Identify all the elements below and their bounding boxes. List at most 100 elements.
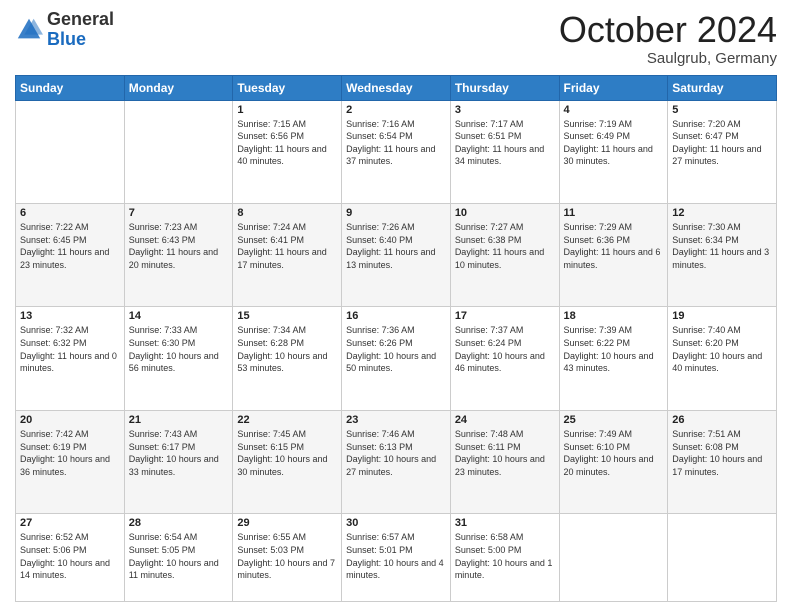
day-cell: 18Sunrise: 7:39 AMSunset: 6:22 PMDayligh… xyxy=(559,307,668,410)
day-cell: 10Sunrise: 7:27 AMSunset: 6:38 PMDayligh… xyxy=(450,204,559,307)
header: General Blue October 2024 Saulgrub, Germ… xyxy=(15,10,777,67)
day-number: 12 xyxy=(672,207,772,219)
day-info: Sunrise: 6:58 AMSunset: 5:00 PMDaylight:… xyxy=(455,531,555,581)
day-info: Sunrise: 7:39 AMSunset: 6:22 PMDaylight:… xyxy=(564,324,664,374)
day-cell: 19Sunrise: 7:40 AMSunset: 6:20 PMDayligh… xyxy=(668,307,777,410)
day-cell: 5 Sunrise: 7:20 AMSunset: 6:47 PMDaylight… xyxy=(668,100,777,203)
day-number: 31 xyxy=(455,517,555,529)
day-info: Sunrise: 7:23 AMSunset: 6:43 PMDaylight:… xyxy=(129,221,229,271)
day-info: Sunrise: 7:19 AMSunset: 6:49 PMDaylight:… xyxy=(564,118,664,168)
day-info: Sunrise: 7:48 AMSunset: 6:11 PMDaylight:… xyxy=(455,428,555,478)
day-cell: 28Sunrise: 6:54 AMSunset: 5:05 PMDayligh… xyxy=(124,514,233,602)
day-info: Sunrise: 7:17 AMSunset: 6:51 PMDaylight:… xyxy=(455,118,555,168)
weekday-header-wednesday: Wednesday xyxy=(342,75,451,100)
day-number: 1 xyxy=(237,104,337,116)
day-cell: 8 Sunrise: 7:24 AMSunset: 6:41 PMDaylight… xyxy=(233,204,342,307)
day-info: Sunrise: 6:55 AMSunset: 5:03 PMDaylight:… xyxy=(237,531,337,581)
logo: General Blue xyxy=(15,10,114,50)
day-info: Sunrise: 7:15 AMSunset: 6:56 PMDaylight:… xyxy=(237,118,337,168)
day-info: Sunrise: 7:36 AMSunset: 6:26 PMDaylight:… xyxy=(346,324,446,374)
day-info: Sunrise: 7:37 AMSunset: 6:24 PMDaylight:… xyxy=(455,324,555,374)
day-number: 2 xyxy=(346,104,446,116)
day-cell: 7 Sunrise: 7:23 AMSunset: 6:43 PMDaylight… xyxy=(124,204,233,307)
day-cell: 12 Sunrise: 7:30 AMSunset: 6:34 PMDayligh… xyxy=(668,204,777,307)
day-cell xyxy=(16,100,125,203)
day-info: Sunrise: 7:34 AMSunset: 6:28 PMDaylight:… xyxy=(237,324,337,374)
day-number: 29 xyxy=(237,517,337,529)
day-cell: 11 Sunrise: 7:29 AMSunset: 6:36 PMDayligh… xyxy=(559,204,668,307)
day-cell: 25 Sunrise: 7:49 AMSunset: 6:10 PMDayligh… xyxy=(559,410,668,513)
day-info: Sunrise: 6:57 AMSunset: 5:01 PMDaylight:… xyxy=(346,531,446,581)
day-info: Sunrise: 7:24 AMSunset: 6:41 PMDaylight:… xyxy=(237,221,337,271)
day-cell: 22 Sunrise: 7:45 AMSunset: 6:15 PMDayligh… xyxy=(233,410,342,513)
weekday-header-sunday: Sunday xyxy=(16,75,125,100)
day-number: 8 xyxy=(237,207,337,219)
day-cell xyxy=(124,100,233,203)
day-cell: 30 Sunrise: 6:57 AMSunset: 5:01 PMDayligh… xyxy=(342,514,451,602)
day-info: Sunrise: 7:20 AMSunset: 6:47 PMDaylight:… xyxy=(672,118,772,168)
day-cell: 31 Sunrise: 6:58 AMSunset: 5:00 PMDayligh… xyxy=(450,514,559,602)
day-cell: 21Sunrise: 7:43 AMSunset: 6:17 PMDayligh… xyxy=(124,410,233,513)
day-cell: 23 Sunrise: 7:46 AMSunset: 6:13 PMDayligh… xyxy=(342,410,451,513)
day-number: 4 xyxy=(564,104,664,116)
day-info: Sunrise: 7:46 AMSunset: 6:13 PMDaylight:… xyxy=(346,428,446,478)
weekday-header-friday: Friday xyxy=(559,75,668,100)
day-number: 10 xyxy=(455,207,555,219)
logo-text: General Blue xyxy=(47,10,114,50)
week-row-5: 27 Sunrise: 6:52 AMSunset: 5:06 PMDayligh… xyxy=(16,514,777,602)
day-info: Sunrise: 7:51 AMSunset: 6:08 PMDaylight:… xyxy=(672,428,772,478)
day-number: 22 xyxy=(237,414,337,426)
day-info: Sunrise: 7:16 AMSunset: 6:54 PMDaylight:… xyxy=(346,118,446,168)
day-number: 7 xyxy=(129,207,229,219)
day-cell xyxy=(668,514,777,602)
day-info: Sunrise: 7:22 AMSunset: 6:45 PMDaylight:… xyxy=(20,221,120,271)
day-info: Sunrise: 7:33 AMSunset: 6:30 PMDaylight:… xyxy=(129,324,229,374)
day-info: Sunrise: 7:45 AMSunset: 6:15 PMDaylight:… xyxy=(237,428,337,478)
month-title: October 2024 xyxy=(559,10,777,50)
day-info: Sunrise: 7:32 AMSunset: 6:32 PMDaylight:… xyxy=(20,324,120,374)
day-cell: 9 Sunrise: 7:26 AMSunset: 6:40 PMDaylight… xyxy=(342,204,451,307)
day-number: 20 xyxy=(20,414,120,426)
day-number: 26 xyxy=(672,414,772,426)
day-cell: 24 Sunrise: 7:48 AMSunset: 6:11 PMDayligh… xyxy=(450,410,559,513)
day-number: 30 xyxy=(346,517,446,529)
location-subtitle: Saulgrub, Germany xyxy=(559,50,777,67)
week-row-3: 13 Sunrise: 7:32 AMSunset: 6:32 PMDayligh… xyxy=(16,307,777,410)
day-number: 27 xyxy=(20,517,120,529)
calendar: SundayMondayTuesdayWednesdayThursdayFrid… xyxy=(15,75,777,602)
day-info: Sunrise: 7:42 AMSunset: 6:19 PMDaylight:… xyxy=(20,428,120,478)
day-number: 24 xyxy=(455,414,555,426)
day-cell: 6Sunrise: 7:22 AMSunset: 6:45 PMDaylight… xyxy=(16,204,125,307)
day-number: 17 xyxy=(455,310,555,322)
day-cell: 3 Sunrise: 7:17 AMSunset: 6:51 PMDaylight… xyxy=(450,100,559,203)
day-info: Sunrise: 7:30 AMSunset: 6:34 PMDaylight:… xyxy=(672,221,772,271)
day-number: 3 xyxy=(455,104,555,116)
day-number: 13 xyxy=(20,310,120,322)
day-number: 19 xyxy=(672,310,772,322)
day-info: Sunrise: 7:29 AMSunset: 6:36 PMDaylight:… xyxy=(564,221,664,271)
day-cell xyxy=(559,514,668,602)
weekday-header-saturday: Saturday xyxy=(668,75,777,100)
day-cell: 29 Sunrise: 6:55 AMSunset: 5:03 PMDayligh… xyxy=(233,514,342,602)
title-block: October 2024 Saulgrub, Germany xyxy=(559,10,777,67)
day-info: Sunrise: 6:54 AMSunset: 5:05 PMDaylight:… xyxy=(129,531,229,581)
day-number: 9 xyxy=(346,207,446,219)
day-cell: 14Sunrise: 7:33 AMSunset: 6:30 PMDayligh… xyxy=(124,307,233,410)
day-number: 25 xyxy=(564,414,664,426)
day-cell: 17 Sunrise: 7:37 AMSunset: 6:24 PMDayligh… xyxy=(450,307,559,410)
day-cell: 15Sunrise: 7:34 AMSunset: 6:28 PMDayligh… xyxy=(233,307,342,410)
logo-blue: Blue xyxy=(47,29,86,49)
day-info: Sunrise: 6:52 AMSunset: 5:06 PMDaylight:… xyxy=(20,531,120,581)
day-number: 21 xyxy=(129,414,229,426)
day-number: 11 xyxy=(564,207,664,219)
day-number: 23 xyxy=(346,414,446,426)
week-row-4: 20 Sunrise: 7:42 AMSunset: 6:19 PMDayligh… xyxy=(16,410,777,513)
day-info: Sunrise: 7:26 AMSunset: 6:40 PMDaylight:… xyxy=(346,221,446,271)
day-cell: 4 Sunrise: 7:19 AMSunset: 6:49 PMDaylight… xyxy=(559,100,668,203)
day-info: Sunrise: 7:49 AMSunset: 6:10 PMDaylight:… xyxy=(564,428,664,478)
weekday-header-row: SundayMondayTuesdayWednesdayThursdayFrid… xyxy=(16,75,777,100)
day-cell: 20 Sunrise: 7:42 AMSunset: 6:19 PMDayligh… xyxy=(16,410,125,513)
week-row-1: 1 Sunrise: 7:15 AMSunset: 6:56 PMDaylight… xyxy=(16,100,777,203)
day-number: 5 xyxy=(672,104,772,116)
day-cell: 26 Sunrise: 7:51 AMSunset: 6:08 PMDayligh… xyxy=(668,410,777,513)
